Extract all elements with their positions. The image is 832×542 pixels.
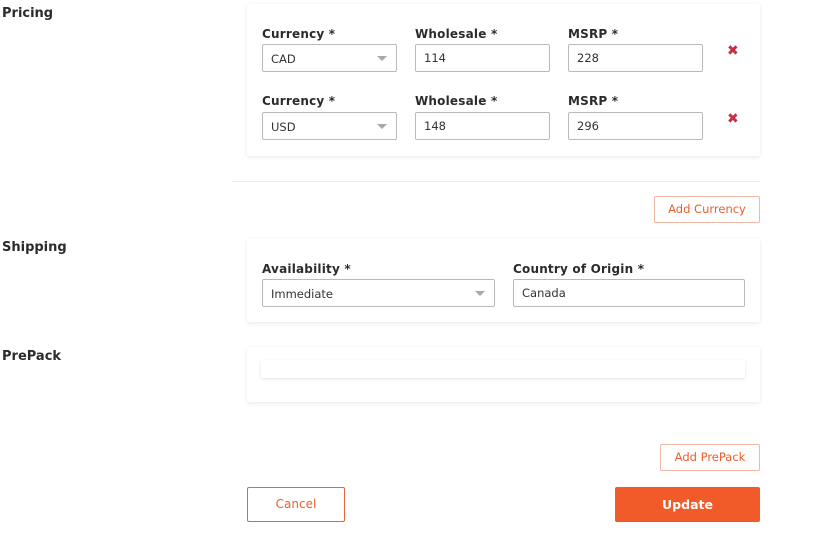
country-of-origin-input[interactable]: Canada bbox=[513, 279, 745, 307]
prepack-list-panel bbox=[261, 360, 745, 378]
availability-select[interactable]: Immediate bbox=[262, 279, 495, 307]
update-button[interactable]: Update bbox=[615, 487, 760, 522]
pricing-section-title: Pricing bbox=[2, 6, 54, 21]
msrp-input-1[interactable]: 228 bbox=[568, 44, 703, 72]
msrp-input-2[interactable]: 296 bbox=[568, 112, 703, 140]
remove-currency-icon-2[interactable]: ✖ bbox=[727, 112, 739, 126]
chevron-down-icon bbox=[377, 124, 387, 129]
msrp-label-1: MSRP * bbox=[568, 27, 619, 41]
currency-select-1[interactable]: CAD bbox=[262, 44, 397, 72]
add-currency-button[interactable]: Add Currency bbox=[654, 196, 760, 223]
availability-label: Availability * bbox=[262, 262, 351, 276]
shipping-card: Availability * Immediate Country of Orig… bbox=[247, 239, 760, 322]
prepack-card bbox=[247, 347, 760, 402]
msrp-label-2: MSRP * bbox=[568, 94, 619, 108]
currency-label-1: Currency * bbox=[262, 27, 336, 41]
add-prepack-button[interactable]: Add PrePack bbox=[660, 444, 760, 471]
cancel-button[interactable]: Cancel bbox=[247, 487, 345, 522]
currency-label-2: Currency * bbox=[262, 94, 336, 108]
wholesale-label-1: Wholesale * bbox=[415, 27, 498, 41]
wholesale-input-1[interactable]: 114 bbox=[415, 44, 550, 72]
shipping-section-title: Shipping bbox=[2, 240, 67, 255]
currency-select-value-2: USD bbox=[271, 120, 296, 134]
currency-select-value-1: CAD bbox=[271, 52, 296, 66]
wholesale-input-2[interactable]: 148 bbox=[415, 112, 550, 140]
prepack-section-title: PrePack bbox=[2, 349, 62, 364]
pricing-card: Currency * CAD Wholesale * 114 MSRP * 22… bbox=[247, 4, 760, 156]
chevron-down-icon bbox=[377, 56, 387, 61]
remove-currency-icon-1[interactable]: ✖ bbox=[727, 44, 739, 58]
country-of-origin-label: Country of Origin * bbox=[513, 262, 645, 276]
availability-select-value: Immediate bbox=[271, 287, 333, 301]
chevron-down-icon bbox=[475, 291, 485, 296]
pricing-divider bbox=[232, 181, 760, 182]
currency-select-2[interactable]: USD bbox=[262, 112, 397, 140]
wholesale-label-2: Wholesale * bbox=[415, 94, 498, 108]
